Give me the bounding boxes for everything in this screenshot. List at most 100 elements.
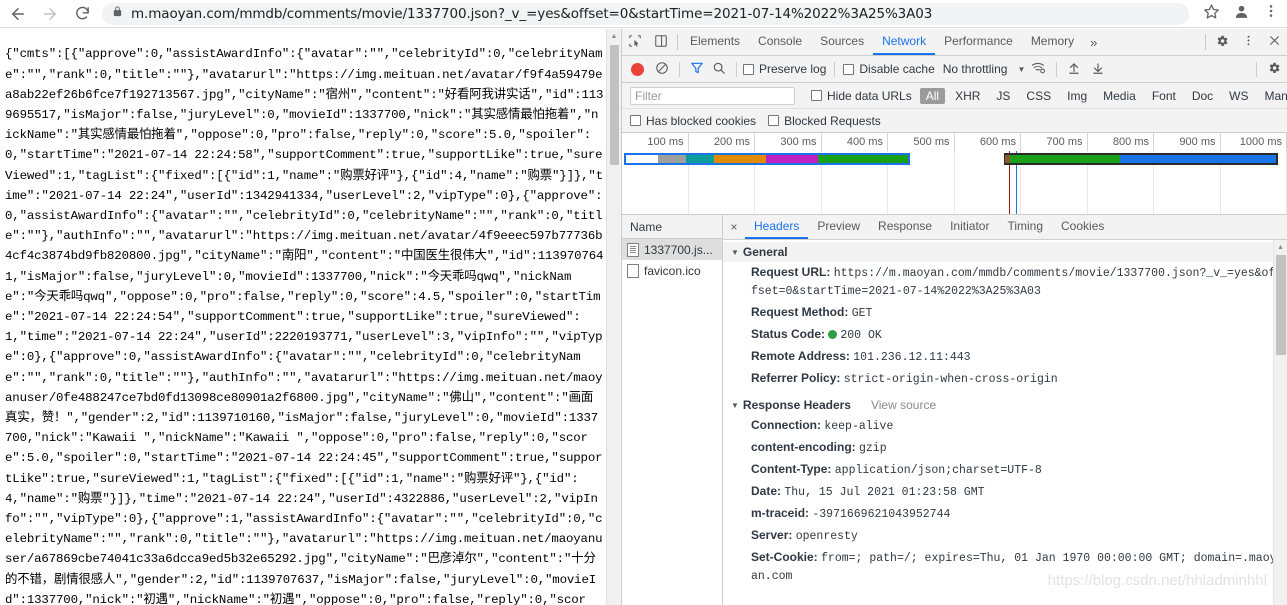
throttling-select[interactable]: No throttling: [943, 62, 1008, 76]
devtools-panel: Elements Console Sources Network Perform…: [621, 29, 1287, 605]
request-list: Name 1337700.js... favicon.ico: [622, 215, 723, 605]
header-name: Server:: [751, 528, 793, 542]
browser-toolbar: m.maoyan.com/mmdb/comments/movie/1337700…: [0, 0, 1287, 28]
request-row-favicon-ico[interactable]: favicon.ico: [622, 260, 722, 281]
header-name: Content-Type:: [751, 462, 832, 476]
filter-type-media[interactable]: Media: [1097, 88, 1142, 104]
filter-type-img[interactable]: Img: [1061, 88, 1093, 104]
overview-tick: 600 ms: [955, 133, 1021, 151]
network-conditions-icon: [1031, 60, 1046, 78]
forward-button[interactable]: [36, 0, 64, 28]
address-bar[interactable]: m.maoyan.com/mmdb/comments/movie/1337700…: [102, 2, 1189, 25]
general-section-header[interactable]: ▼ General: [723, 242, 1287, 262]
blocked-requests-checkbox[interactable]: Blocked Requests: [768, 114, 881, 128]
has-blocked-cookies-checkbox[interactable]: Has blocked cookies: [630, 114, 756, 128]
filter-type-ws[interactable]: WS: [1223, 88, 1254, 104]
device-toolbar-button[interactable]: [648, 29, 674, 55]
capture-settings-button[interactable]: [1261, 61, 1287, 78]
response-headers-section-header[interactable]: ▼ Response Headers View source: [723, 395, 1287, 415]
hide-data-urls-checkbox[interactable]: Hide data URLs: [811, 89, 912, 103]
detail-tab-preview[interactable]: Preview: [808, 215, 869, 239]
header-name: m-traceid:: [751, 506, 810, 520]
devtools-menu-button[interactable]: [1235, 29, 1261, 55]
page-scrollbar-thumb[interactable]: [610, 45, 619, 165]
more-tabs-button[interactable]: »: [1083, 29, 1104, 55]
checkbox-box-icon: [843, 63, 855, 75]
header-value: keep-alive: [824, 420, 894, 433]
header-value: from=; path=/; expires=Thu, 01 Jan 1970 …: [751, 552, 1277, 583]
tab-memory[interactable]: Memory: [1022, 29, 1083, 55]
filter-type-doc[interactable]: Doc: [1186, 88, 1219, 104]
header-value: application/json;charset=UTF-8: [834, 464, 1042, 477]
bookmark-button[interactable]: [1197, 0, 1225, 28]
export-har-button[interactable]: [1086, 61, 1110, 78]
inspect-element-button[interactable]: [622, 29, 648, 55]
header-row-content-encoding: content-encoding: gzip: [723, 437, 1287, 459]
profile-button[interactable]: [1227, 0, 1255, 28]
toolbar-divider: [1256, 61, 1257, 77]
tabbar-spacer: [1104, 29, 1202, 55]
detail-tab-initiator[interactable]: Initiator: [941, 215, 998, 239]
back-button[interactable]: [4, 0, 32, 28]
request-list-column-header[interactable]: Name: [622, 215, 722, 239]
view-source-button[interactable]: View source: [871, 398, 936, 412]
filter-type-xhr[interactable]: XHR: [949, 88, 986, 104]
detail-scrollbar-thumb[interactable]: [1276, 255, 1286, 355]
import-har-button[interactable]: [1062, 61, 1086, 78]
scroll-up-arrow-icon[interactable]: ▲: [607, 29, 621, 44]
preserve-log-checkbox[interactable]: Preserve log: [743, 62, 826, 76]
filter-type-all[interactable]: All: [919, 87, 946, 104]
search-button[interactable]: [708, 61, 730, 78]
page-vertical-scrollbar[interactable]: ▲: [606, 29, 621, 605]
overview-tick: 500 ms: [888, 133, 955, 151]
scroll-up-arrow-icon[interactable]: ▲: [1274, 240, 1287, 254]
toolbar-divider-right: [1205, 34, 1206, 50]
header-row-content-type: Content-Type: application/json;charset=U…: [723, 459, 1287, 481]
filter-toggle-button[interactable]: [686, 61, 708, 78]
record-button-icon[interactable]: [631, 62, 644, 76]
filter-input[interactable]: [630, 86, 795, 105]
header-row-connection: Connection: keep-alive: [723, 415, 1287, 437]
back-arrow-icon: [9, 5, 27, 23]
filter-type-js[interactable]: JS: [990, 88, 1016, 104]
tab-console[interactable]: Console: [749, 29, 811, 55]
detail-tab-cookies[interactable]: Cookies: [1052, 215, 1113, 239]
three-dot-menu-icon: [1263, 3, 1279, 24]
detail-vertical-scrollbar[interactable]: ▲: [1273, 240, 1287, 605]
network-overview-timeline[interactable]: 100 ms 200 ms 300 ms 400 ms 500 ms 600 m…: [622, 133, 1287, 215]
request-row-1337700-json[interactable]: 1337700.js...: [622, 239, 722, 260]
preserve-log-label: Preserve log: [759, 62, 827, 76]
devtools-close-button[interactable]: [1261, 29, 1287, 55]
detail-tab-headers[interactable]: Headers: [745, 215, 809, 239]
filter-type-manifest[interactable]: Manifest: [1259, 88, 1287, 104]
tab-sources[interactable]: Sources: [811, 29, 873, 55]
header-name: Set-Cookie:: [751, 550, 818, 564]
reload-button[interactable]: [68, 0, 96, 28]
tab-performance[interactable]: Performance: [935, 29, 1022, 55]
tab-elements[interactable]: Elements: [681, 29, 749, 55]
blocked-requests-label: Blocked Requests: [784, 113, 881, 128]
chevron-down-icon[interactable]: ▼: [1017, 65, 1025, 74]
close-detail-button[interactable]: ×: [723, 215, 745, 239]
header-row-remote-address: Remote Address: 101.236.12.11:443: [723, 346, 1287, 368]
toolbar-divider: [736, 61, 737, 77]
clear-network-log-button[interactable]: [651, 61, 673, 78]
network-conditions-button[interactable]: [1025, 60, 1051, 78]
header-name: Referrer Policy:: [751, 371, 841, 385]
devtools-settings-button[interactable]: [1209, 29, 1235, 55]
detail-tab-response[interactable]: Response: [869, 215, 941, 239]
filter-type-font[interactable]: Font: [1146, 88, 1182, 104]
export-har-icon: [1091, 61, 1105, 78]
header-value: GET: [851, 307, 873, 320]
header-value: 200 OK: [840, 329, 882, 342]
header-name: Remote Address:: [751, 349, 850, 363]
page-content: {"cmts":[{"approve":0,"assistAwardInfo":…: [0, 29, 621, 605]
detail-tab-timing[interactable]: Timing: [998, 215, 1052, 239]
filter-type-css[interactable]: CSS: [1020, 88, 1057, 104]
chrome-menu-button[interactable]: [1257, 0, 1285, 28]
network-body: Name 1337700.js... favicon.ico × Headers…: [622, 215, 1287, 605]
toolbar-divider: [677, 34, 678, 50]
tab-network[interactable]: Network: [873, 29, 936, 55]
disable-cache-checkbox[interactable]: Disable cache: [843, 62, 935, 76]
header-value: Thu, 15 Jul 2021 01:23:58 GMT: [784, 486, 985, 499]
